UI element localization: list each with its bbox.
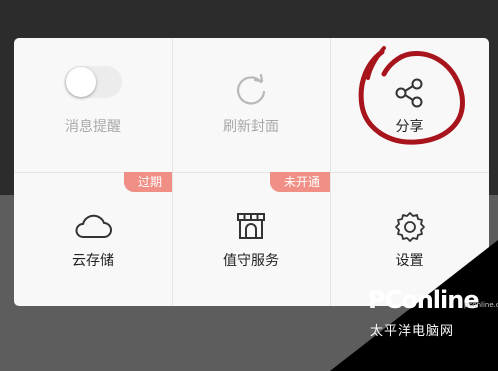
menu-item-cloud-storage[interactable]: 过期 云存储 [14,172,172,306]
store-icon [234,210,268,246]
menu-item-share[interactable]: 分享 [330,38,489,172]
cloud-icon [73,210,113,246]
share-icon [393,76,427,114]
menu-item-message-alert[interactable]: 消息提醒 [14,38,172,172]
status-badge: 未开通 [269,172,330,192]
toggle-switch-icon[interactable] [64,66,122,98]
refresh-icon [233,72,269,112]
menu-item-label: 值守服务 [223,253,279,269]
status-badge: 过期 [123,172,172,192]
menu-item-guard-service[interactable]: 未开通 值守服务 [172,172,330,306]
toggle-knob [66,67,96,97]
menu-item-label: 分享 [395,119,424,135]
menu-item-label: 云存储 [72,253,114,269]
watermark-corner [330,240,498,371]
menu-item-label: 刷新封面 [223,119,279,135]
menu-item-label: 消息提醒 [65,119,121,135]
menu-item-refresh-cover[interactable]: 刷新封面 [172,38,330,172]
